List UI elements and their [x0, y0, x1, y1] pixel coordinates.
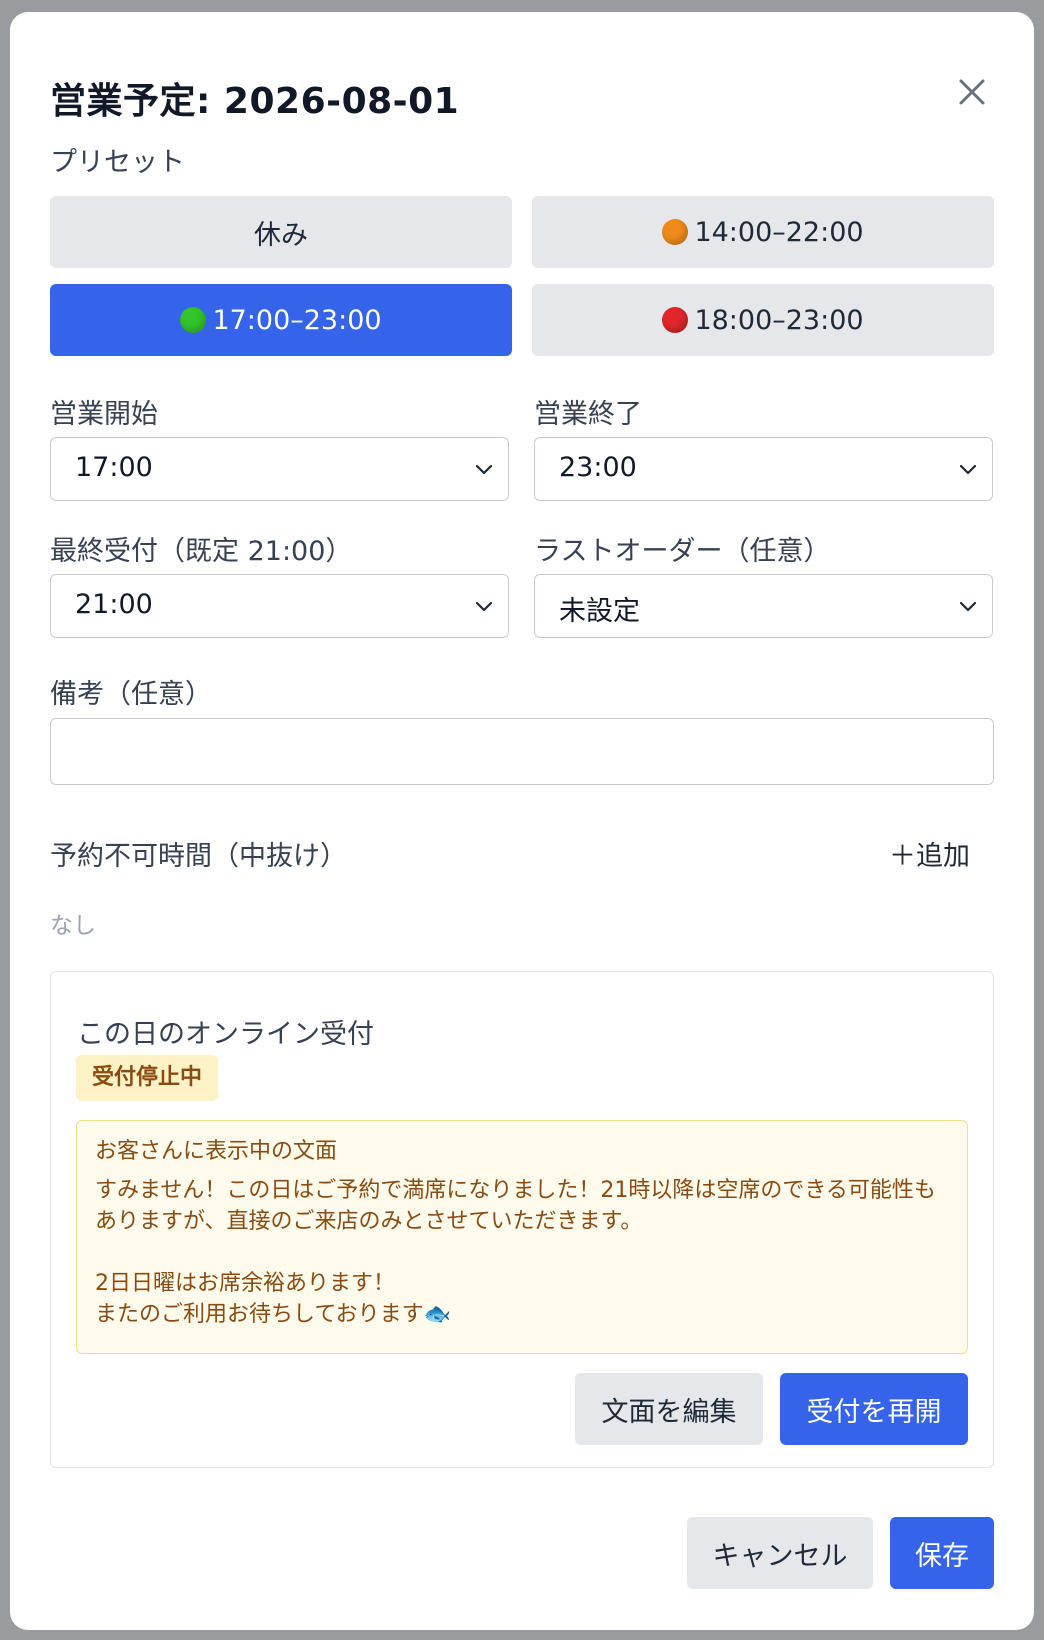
blackout-label: 予約不可時間（中抜け） [50, 841, 347, 872]
red-circle-icon [662, 307, 689, 333]
chevron-down-icon [959, 601, 977, 612]
preset-label: 休み [254, 219, 308, 251]
blackout-empty-text: なし [50, 913, 96, 939]
message-heading: お客さんに表示中の文面 [95, 1139, 338, 1164]
online-reception-panel: この日のオンライン受付 受付停止中 お客さんに表示中の文面 すみません！この日は… [50, 971, 994, 1468]
close-button[interactable] [952, 72, 992, 112]
resume-reception-button[interactable]: 受付を再開 [780, 1373, 968, 1445]
schedule-dialog: 営業予定: 2026-08-01 プリセット 休み 14:00–22:00 17… [10, 12, 1034, 1630]
preset-label: 18:00–23:00 [694, 304, 864, 336]
status-badge: 受付停止中 [76, 1055, 219, 1101]
last-reception-label: 最終受付（既定 21:00） [50, 536, 353, 567]
last-reception-select[interactable]: 21:00 [50, 574, 509, 638]
chevron-down-icon [475, 601, 493, 612]
online-reception-title: この日のオンライン受付 [77, 1019, 374, 1050]
dialog-title: 営業予定: 2026-08-01 [50, 81, 460, 122]
last-order-label: ラストオーダー（任意） [534, 536, 831, 567]
dialog-header: 営業予定: 2026-08-01 [50, 64, 994, 124]
customer-message-box: お客さんに表示中の文面 すみません！この日はご予約で満席になりました！21時以降… [76, 1120, 968, 1354]
message-body: すみません！この日はご予約で満席になりました！21時以降は空席のできる可能性もあ… [95, 1178, 936, 1327]
last-order-select[interactable]: 未設定 [534, 574, 993, 638]
green-circle-icon [180, 307, 207, 333]
preset-label: 14:00–22:00 [694, 216, 864, 248]
open-start-select[interactable]: 17:00 [50, 437, 509, 501]
last-reception-value: 21:00 [75, 589, 153, 620]
preset-button-1800-2300[interactable]: 18:00–23:00 [532, 284, 994, 356]
note-input[interactable] [50, 718, 994, 785]
chevron-down-icon [475, 464, 493, 475]
preset-button-1400-2200[interactable]: 14:00–22:00 [532, 196, 994, 268]
add-blackout-button[interactable]: ＋追加 [889, 834, 970, 873]
preset-button-off[interactable]: 休み [50, 196, 512, 268]
open-start-value: 17:00 [75, 452, 153, 483]
open-end-value: 23:00 [559, 452, 637, 483]
save-button[interactable]: 保存 [890, 1517, 994, 1589]
preset-button-1700-2300[interactable]: 17:00–23:00 [50, 284, 512, 356]
orange-circle-icon [662, 219, 689, 245]
note-label: 備考（任意） [50, 679, 212, 710]
last-order-value: 未設定 [559, 596, 640, 627]
edit-message-button[interactable]: 文面を編集 [575, 1373, 763, 1445]
preset-section-label: プリセット [50, 147, 185, 178]
preset-label: 17:00–23:00 [212, 304, 382, 336]
cancel-button[interactable]: キャンセル [687, 1517, 873, 1589]
open-end-select[interactable]: 23:00 [534, 437, 993, 501]
close-icon [959, 79, 985, 105]
open-end-label: 営業終了 [534, 399, 642, 430]
chevron-down-icon [959, 464, 977, 475]
open-start-label: 営業開始 [50, 399, 158, 430]
